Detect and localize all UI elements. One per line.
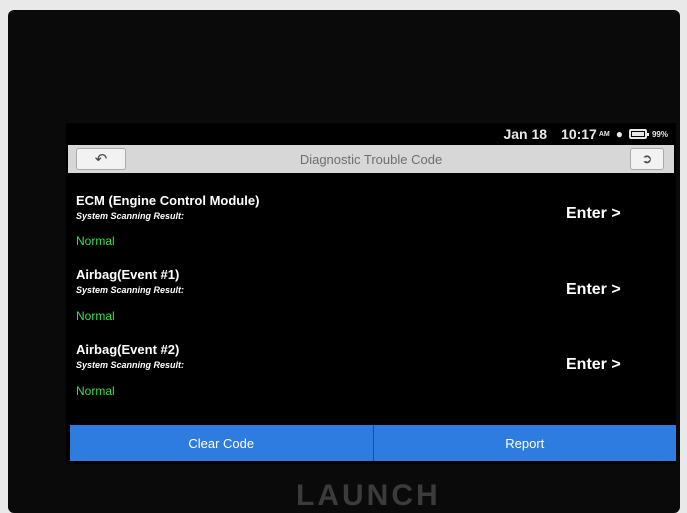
module-subtitle: System Scanning Result:	[76, 360, 185, 370]
module-list: ECM (Engine Control Module) System Scann…	[66, 173, 676, 398]
enter-button[interactable]: Enter >	[566, 205, 621, 223]
exit-button[interactable]: ➲	[630, 148, 664, 170]
enter-button[interactable]: Enter >	[566, 281, 621, 299]
wifi-icon: ●	[615, 127, 623, 141]
module-result: Normal	[76, 384, 115, 398]
battery-percent: 99%	[651, 129, 668, 139]
module-name: Airbag(Event #2)	[76, 342, 180, 357]
report-button[interactable]: Report	[372, 425, 676, 461]
module-name: ECM (Engine Control Module)	[76, 193, 260, 208]
status-date: Jan 18	[503, 126, 548, 142]
exit-icon: ➲	[641, 151, 653, 166]
status-bar: Jan 18 10:17 AM ● 99%	[66, 123, 676, 145]
module-result: Normal	[76, 309, 115, 323]
module-subtitle: System Scanning Result:	[76, 211, 185, 221]
page-title: Diagnostic Trouble Code	[299, 151, 443, 167]
back-button[interactable]: ↶	[76, 148, 126, 170]
module-name: Airbag(Event #1)	[76, 267, 180, 282]
status-ampm: AM	[598, 130, 610, 138]
back-arrow-icon: ↶	[94, 151, 108, 168]
list-item: Airbag(Event #1) System Scanning Result:…	[66, 248, 676, 323]
action-bar: Clear Code Report	[70, 425, 676, 461]
title-bar: ↶ Diagnostic Trouble Code ➲	[68, 145, 674, 173]
clear-code-button[interactable]: Clear Code	[70, 425, 373, 461]
list-item: Airbag(Event #2) System Scanning Result:…	[66, 323, 676, 398]
list-item: ECM (Engine Control Module) System Scann…	[66, 173, 676, 248]
device-screen: Jan 18 10:17 AM ● 99% ↶ Diagnostic Troub…	[66, 123, 676, 464]
status-time: 10:17	[561, 126, 597, 142]
module-result: Normal	[76, 234, 115, 248]
brand-logo: LAUNCH	[296, 479, 441, 512]
module-subtitle: System Scanning Result:	[76, 285, 185, 295]
enter-button[interactable]: Enter >	[566, 356, 621, 374]
battery-icon	[628, 129, 649, 139]
